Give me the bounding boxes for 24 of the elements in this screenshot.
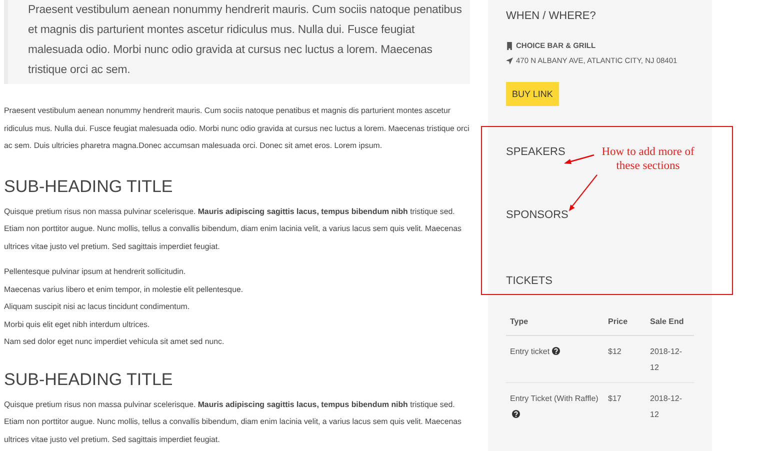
annotation-arrow — [563, 154, 595, 166]
section-title: SPEAKERS — [506, 145, 566, 160]
section-title: TICKETS — [506, 274, 552, 289]
location-arrow-icon — [506, 56, 513, 64]
table-cell: $12 — [604, 336, 646, 382]
column-header: Sale End — [646, 309, 694, 336]
table-cell: $17 — [604, 382, 646, 429]
annotation-arrow — [566, 174, 600, 212]
table-cell: Entry ticket — [510, 347, 550, 356]
annotation-note: How to add more of these sections — [600, 145, 696, 173]
table-cell: Entry Ticket (With Raffle) — [510, 394, 598, 403]
sub-heading: SUB-HEADING TITLE — [4, 368, 174, 390]
buy-link-button[interactable]: BUY LINK — [506, 82, 559, 106]
section-title: WHEN / WHERE? — [506, 9, 596, 24]
section-title: SPONSORS — [506, 208, 568, 223]
quote-text: Praesent vestibulum aenean nonummy hendrerit mauris. Cum sociis natoque penatibus et magnis dis parturient montes ascetur ridiculus mus. Nulla dui. Fusce feugiat malesuada odio. Morbi nunc odio gravida at cursus nec luctus a lorem. Maecenas tristique orci ac sem. — [4, 0, 470, 84]
building-icon — [506, 42, 513, 50]
column-header: Type — [506, 309, 604, 336]
table-cell: 2018-12-12 — [646, 382, 694, 429]
sub-heading: SUB-HEADING TITLE — [4, 176, 174, 198]
help-icon[interactable] — [512, 410, 520, 418]
column-header: Price — [604, 309, 646, 336]
table-cell: 2018-12-12 — [646, 336, 694, 382]
help-icon[interactable] — [552, 347, 560, 355]
